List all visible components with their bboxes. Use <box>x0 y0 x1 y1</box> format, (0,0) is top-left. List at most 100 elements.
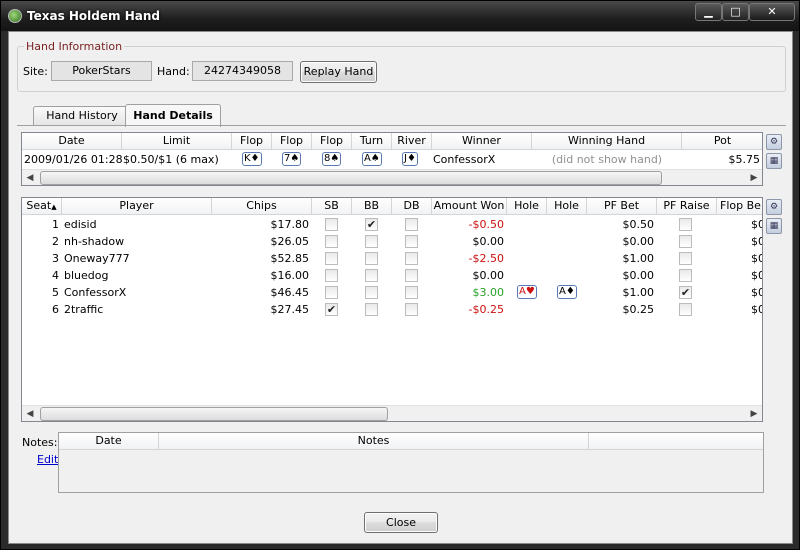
player-name-cell: ConfessorX <box>64 286 127 299</box>
minimize-button[interactable]: ▁ <box>695 3 722 21</box>
col-amount-won[interactable]: Amount Won <box>432 198 507 215</box>
tab-hand-details[interactable]: Hand Details <box>125 104 221 127</box>
sb-checkbox[interactable]: ✔ <box>325 303 338 316</box>
sb-checkbox[interactable] <box>325 286 338 299</box>
col-flop-3[interactable]: Flop <box>312 133 352 150</box>
bb-checkbox[interactable] <box>365 286 378 299</box>
table-row[interactable]: 4 bluedog $16.00 $0.00 $0.00 $0 <box>22 267 762 284</box>
close-button[interactable]: Close <box>364 512 438 533</box>
flop-card-3: 8♠ <box>322 152 342 166</box>
col-hole-1[interactable]: Hole <box>507 198 547 215</box>
col-flop-bet[interactable]: Flop Be <box>717 198 762 215</box>
db-checkbox[interactable] <box>405 218 418 231</box>
col-pot[interactable]: Pot <box>682 133 762 150</box>
scroll-left-icon[interactable]: ◀ <box>22 170 38 185</box>
pf-raise-checkbox[interactable]: ✔ <box>679 286 692 299</box>
summary-scroll-thumb[interactable] <box>40 171 662 185</box>
scroll-right-icon[interactable]: ▶ <box>746 406 762 421</box>
summary-columns-icon[interactable]: ▦ <box>766 153 782 169</box>
col-pf-raise[interactable]: PF Raise <box>657 198 717 215</box>
bb-checkbox[interactable] <box>365 235 378 248</box>
bb-checkbox[interactable] <box>365 303 378 316</box>
table-row[interactable]: 2 nh-shadow $26.05 $0.00 $0.00 $0 <box>22 233 762 250</box>
notes-header: Date Notes <box>59 433 763 450</box>
summary-options-icon[interactable]: ⚙ <box>766 134 782 150</box>
col-pf-bet[interactable]: PF Bet <box>587 198 657 215</box>
pf-raise-checkbox[interactable] <box>679 235 692 248</box>
maximize-button[interactable]: □ <box>722 3 749 21</box>
db-checkbox[interactable] <box>405 286 418 299</box>
col-player[interactable]: Player <box>62 198 212 215</box>
col-chips[interactable]: Chips <box>212 198 312 215</box>
app-icon <box>8 9 22 23</box>
db-checkbox[interactable] <box>405 252 418 265</box>
flop-card-1: K♦ <box>242 152 262 166</box>
players-header: Seat▲ Player Chips SB BB DB Amount Won H… <box>22 198 762 215</box>
amount-won-cell: -$0.50 <box>468 218 504 231</box>
tab-hand-history[interactable]: Hand History <box>33 106 131 126</box>
col-flop-1[interactable]: Flop <box>232 133 272 150</box>
sb-checkbox[interactable] <box>325 235 338 248</box>
table-row[interactable]: 3 Oneway777 $52.85 -$2.50 $1.00 $0 <box>22 250 762 267</box>
col-hole-2[interactable]: Hole <box>547 198 587 215</box>
pf-raise-checkbox[interactable] <box>679 269 692 282</box>
sb-checkbox[interactable] <box>325 252 338 265</box>
close-window-button[interactable]: ✕ <box>749 3 795 21</box>
col-seat[interactable]: Seat▲ <box>22 198 62 215</box>
table-row[interactable]: 5 ConfessorX $46.45 $3.00 A♥ A♦ $1.00 ✔ $0 <box>22 284 762 301</box>
pf-raise-checkbox[interactable] <box>679 252 692 265</box>
summary-horizontal-scrollbar[interactable]: ◀ ▶ <box>22 169 762 185</box>
site-label: Site: <box>23 65 48 78</box>
col-winner[interactable]: Winner <box>432 133 532 150</box>
hole-card-1: A♥ <box>517 285 537 299</box>
title-bar[interactable]: Texas Holdem Hand ▁ □ ✕ <box>1 1 799 31</box>
chips-cell: $26.05 <box>270 235 310 248</box>
pf-bet-cell: $0.25 <box>622 303 655 316</box>
players-scroll-thumb[interactable] <box>40 407 388 421</box>
chips-cell: $17.80 <box>270 218 310 231</box>
hand-information-group: Hand Information Site: PokerStars Hand: … <box>17 40 786 92</box>
player-name-cell: nh-shadow <box>64 235 125 248</box>
table-row[interactable]: 1 edisid $17.80 ✔ -$0.50 $0.50 $0 <box>22 216 762 233</box>
col-sb[interactable]: SB <box>312 198 352 215</box>
bb-checkbox[interactable] <box>365 252 378 265</box>
hand-information-legend: Hand Information <box>24 40 125 53</box>
pf-raise-checkbox[interactable] <box>679 303 692 316</box>
col-limit[interactable]: Limit <box>122 133 232 150</box>
sb-checkbox[interactable] <box>325 269 338 282</box>
col-db[interactable]: DB <box>392 198 432 215</box>
summary-row[interactable]: 2009/01/26 01:28 $0.50/$1 (6 max) K♦ 7♠ … <box>22 151 762 168</box>
replay-hand-button[interactable]: Replay Hand <box>300 61 377 83</box>
chips-cell: $16.00 <box>270 269 310 282</box>
db-checkbox[interactable] <box>405 235 418 248</box>
db-checkbox[interactable] <box>405 303 418 316</box>
seat-cell: 5 <box>52 286 59 299</box>
db-checkbox[interactable] <box>405 269 418 282</box>
players-horizontal-scrollbar[interactable]: ◀ ▶ <box>22 405 762 421</box>
bb-checkbox[interactable] <box>365 269 378 282</box>
pf-bet-cell: $0.00 <box>622 269 655 282</box>
flop-card-2: 7♠ <box>282 152 302 166</box>
col-bb[interactable]: BB <box>352 198 392 215</box>
hand-number-field: 24274349058 <box>192 61 293 81</box>
turn-card: A♠ <box>362 152 382 166</box>
col-river[interactable]: River <box>392 133 432 150</box>
scroll-left-icon[interactable]: ◀ <box>22 406 38 421</box>
col-turn[interactable]: Turn <box>352 133 392 150</box>
edit-notes-link[interactable]: Edit <box>37 453 58 466</box>
sb-checkbox[interactable] <box>325 218 338 231</box>
summary-grid: Date Limit Flop Flop Flop Turn River Win… <box>21 132 763 186</box>
players-options-icon[interactable]: ⚙ <box>766 199 782 215</box>
col-winning-hand[interactable]: Winning Hand <box>532 133 682 150</box>
col-notes-date[interactable]: Date <box>59 433 159 450</box>
scroll-right-icon[interactable]: ▶ <box>746 170 762 185</box>
pf-raise-checkbox[interactable] <box>679 218 692 231</box>
col-notes-text[interactable]: Notes <box>159 433 589 450</box>
table-row[interactable]: 6 2traffic $27.45 ✔ -$0.25 $0.25 $0 <box>22 301 762 318</box>
bb-checkbox[interactable]: ✔ <box>365 218 378 231</box>
players-columns-icon[interactable]: ▦ <box>766 218 782 234</box>
summary-winner: ConfessorX <box>433 153 496 166</box>
notes-grid: Date Notes <box>58 432 764 493</box>
col-flop-2[interactable]: Flop <box>272 133 312 150</box>
col-date[interactable]: Date <box>22 133 122 150</box>
